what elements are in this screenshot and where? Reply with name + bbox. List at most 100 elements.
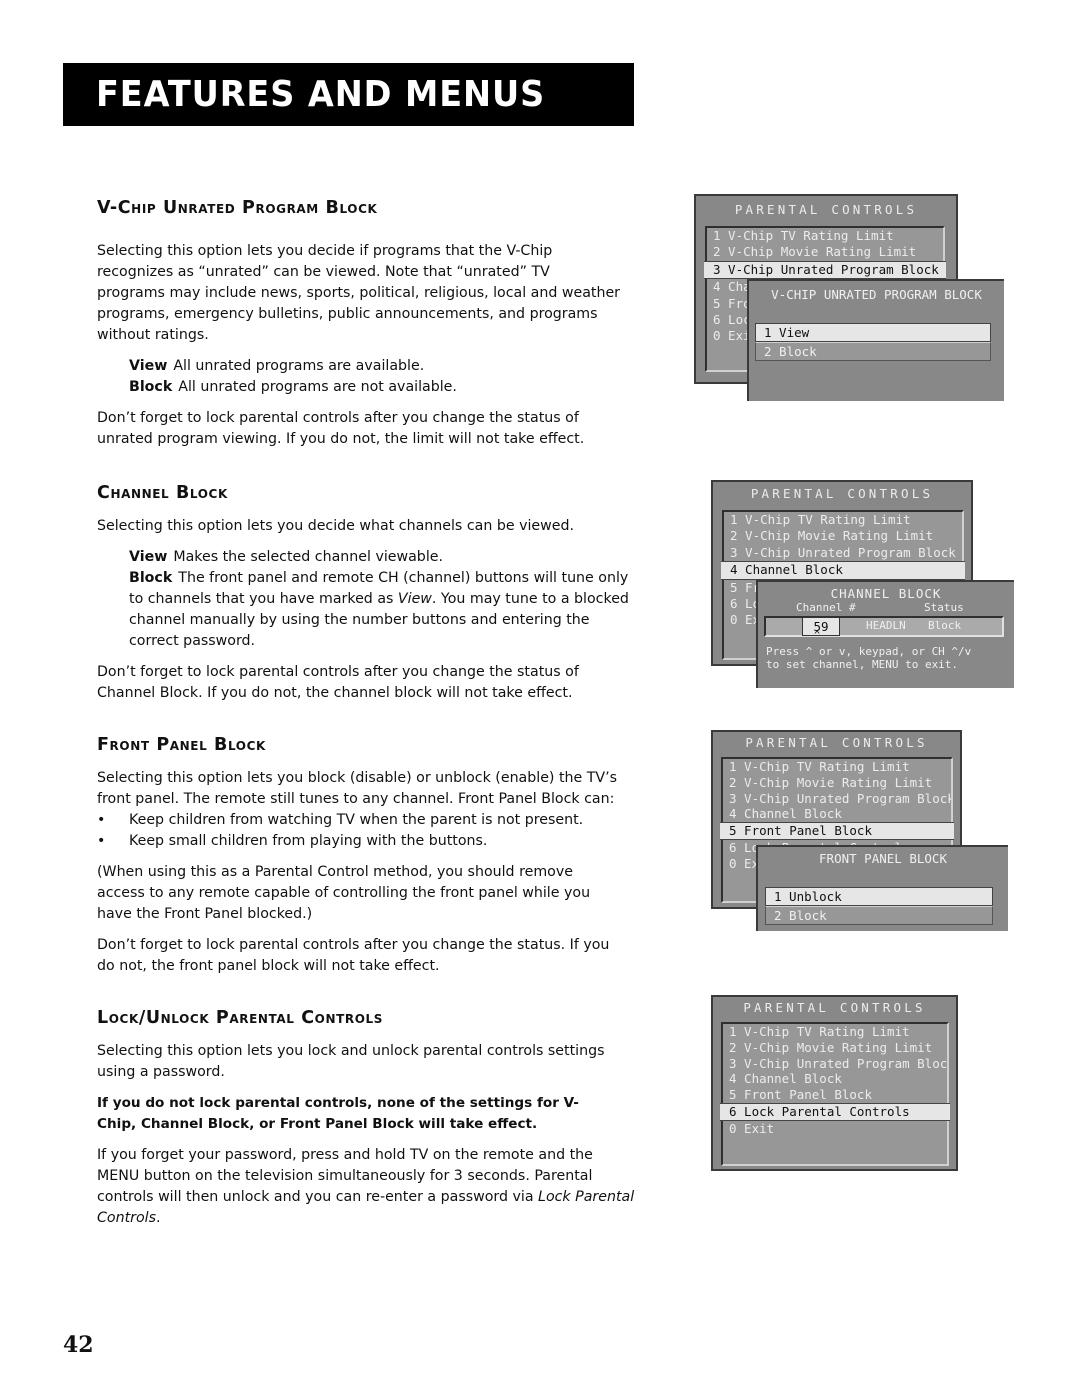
osd-menu-item[interactable]: 2 V-Chip Movie Rating Limit bbox=[707, 244, 943, 260]
submenu-front-panel-block: FRONT PANEL BLOCK 1 Unblock 2 Block bbox=[756, 845, 1008, 931]
bullet-text: Keep small children from playing with th… bbox=[129, 833, 488, 849]
text-line: have the Front Panel blocked.) bbox=[97, 906, 313, 922]
bullet-item: • Keep children from watching TV when the… bbox=[97, 810, 645, 831]
text-line: programs, emergency bulletins, public an… bbox=[97, 306, 598, 322]
osd-menu-item[interactable]: 3 V-Chip Unrated Program Block bbox=[723, 791, 951, 807]
submenu-title: CHANNEL BLOCK bbox=[830, 586, 942, 601]
osd-menu-item[interactable]: 1 V-Chip TV Rating Limit bbox=[707, 228, 943, 244]
option-block[interactable]: 2 Block bbox=[765, 906, 993, 925]
banner-title: FEATURES AND MENUS bbox=[96, 74, 546, 115]
osd-menu-item[interactable]: 4 Channel Block bbox=[723, 806, 951, 822]
channel-number-field[interactable]: 59 bbox=[802, 617, 840, 636]
definition-view: View Makes the selected channel viewable. bbox=[97, 547, 645, 568]
definition-emphasis: View bbox=[397, 591, 432, 607]
text-line: do not, the front panel block will not t… bbox=[97, 958, 440, 974]
section-channel-block: Channel Block Selecting this option lets… bbox=[97, 483, 645, 704]
definition-term: Block bbox=[129, 379, 173, 395]
text-line: MENU button on the television simultaneo… bbox=[97, 1168, 593, 1184]
text-line: programs may include news, sports, polit… bbox=[97, 285, 621, 301]
text-line: If you do not lock parental controls, no… bbox=[97, 1095, 579, 1111]
text-line: controls will then unlock and you can re… bbox=[97, 1189, 539, 1205]
option-block[interactable]: 2 Block bbox=[755, 342, 991, 361]
text-line: Chip, Channel Block, or Front Panel Bloc… bbox=[97, 1116, 538, 1132]
hint-line: Press ^ or v, keypad, or CH ^/v bbox=[766, 645, 972, 658]
column-header-channel: Channel # bbox=[796, 601, 856, 614]
definition-term: View bbox=[129, 549, 168, 565]
osd-menu-item[interactable]: 0 Exit bbox=[723, 1121, 947, 1137]
submenu-vchip-unrated: V-CHIP UNRATED PROGRAM BLOCK 1 View 2 Bl… bbox=[747, 279, 1004, 401]
station-name: HEADLN bbox=[866, 619, 906, 632]
text-line: unrated program viewing. If you do not, … bbox=[97, 431, 585, 447]
text-line: access to any remote capable of controll… bbox=[97, 885, 591, 901]
osd-menu-item[interactable]: 1 V-Chip TV Rating Limit bbox=[723, 759, 951, 775]
osd-menu-item[interactable]: 2 V-Chip Movie Rating Limit bbox=[724, 528, 962, 544]
intro-paragraph: Selecting this option lets you lock and … bbox=[97, 1041, 645, 1083]
option-unblock[interactable]: 1 Unblock bbox=[765, 887, 993, 906]
submenu-channel-block: CHANNEL BLOCK Channel # Status 59 ^ HEAD… bbox=[756, 580, 1014, 688]
option-view[interactable]: 1 View bbox=[755, 323, 991, 342]
definition-block: Block All unrated programs are not availa… bbox=[97, 377, 645, 398]
reminder-paragraph: Don’t forget to lock parental controls a… bbox=[97, 408, 645, 450]
definition-text: Makes the selected channel viewable. bbox=[173, 549, 443, 565]
section-vchip-unrated: V-Chip Unrated Program Block Selecting t… bbox=[97, 198, 645, 450]
osd-menu-item[interactable]: 4 Channel Block bbox=[723, 1071, 947, 1087]
osd-menu-item[interactable]: 1 V-Chip TV Rating Limit bbox=[723, 1024, 947, 1040]
text-line: Don’t forget to lock parental controls a… bbox=[97, 937, 610, 953]
submenu-options: 1 Unblock 2 Block bbox=[765, 887, 993, 925]
definition-block: Block The front panel and remote CH (chan… bbox=[97, 568, 629, 652]
reminder-paragraph: Don’t forget to lock parental controls a… bbox=[97, 662, 645, 704]
aside-paragraph: (When using this as a Parental Control m… bbox=[97, 862, 645, 925]
osd-title: PARENTAL CONTROLS bbox=[745, 735, 928, 750]
bullet-icon: • bbox=[97, 833, 106, 849]
osd-menu-item[interactable]: 2 V-Chip Movie Rating Limit bbox=[723, 775, 951, 791]
text-line: . bbox=[156, 1210, 161, 1226]
osd-menu-item[interactable]: 6 Lock Parental Controls bbox=[720, 1102, 950, 1121]
definition-view: View All unrated programs are available. bbox=[97, 356, 645, 377]
section-heading: Front Panel Block bbox=[97, 735, 266, 755]
osd-title: PARENTAL CONTROLS bbox=[734, 202, 918, 217]
osd-menu-item[interactable]: 5 Front Panel Block bbox=[720, 822, 954, 840]
text-line: Channel Block. If you do not, the channe… bbox=[97, 685, 573, 701]
reset-paragraph: If you forget your password, press and h… bbox=[97, 1145, 645, 1229]
text-line: using a password. bbox=[97, 1064, 225, 1080]
caret-up-icon: ^ bbox=[814, 630, 821, 641]
text-line: without ratings. bbox=[97, 327, 209, 343]
osd-menu-item[interactable]: 3 V-Chip Unrated Program Block bbox=[723, 1056, 947, 1072]
section-front-panel-block: Front Panel Block Selecting this option … bbox=[97, 735, 645, 977]
osd-title: PARENTAL CONTROLS bbox=[750, 486, 934, 501]
intro-paragraph: Selecting this option lets you decide wh… bbox=[97, 518, 574, 534]
text-line: Don’t forget to lock parental controls a… bbox=[97, 664, 579, 680]
text-line: If you forget your password, press and h… bbox=[97, 1147, 593, 1163]
section-lock-unlock: Lock/Unlock Parental Controls Selecting … bbox=[97, 1008, 645, 1229]
section-heading: Channel Block bbox=[97, 483, 228, 503]
text-line: (When using this as a Parental Control m… bbox=[97, 864, 573, 880]
definition-term: View bbox=[129, 358, 168, 374]
section-banner: FEATURES AND MENUS bbox=[63, 63, 634, 126]
osd-menu-item[interactable]: 1 V-Chip TV Rating Limit bbox=[724, 512, 962, 528]
bullet-item: • Keep small children from playing with t… bbox=[97, 831, 645, 852]
warning-paragraph: If you do not lock parental controls, no… bbox=[97, 1093, 645, 1135]
hint-line: to set channel, MENU to exit. bbox=[766, 658, 959, 671]
intro-paragraph: Selecting this option lets you decide if… bbox=[97, 241, 645, 346]
submenu-title: V-CHIP UNRATED PROGRAM BLOCK bbox=[771, 287, 982, 302]
definition-text: All unrated programs are available. bbox=[173, 358, 425, 374]
osd-title: PARENTAL CONTROLS bbox=[743, 1000, 926, 1015]
osd-menu-list: 1 V-Chip TV Rating Limit 2 V-Chip Movie … bbox=[720, 1022, 950, 1166]
submenu-options: 1 View 2 Block bbox=[755, 323, 991, 361]
osd-menu-item[interactable]: 5 Front Panel Block bbox=[723, 1087, 947, 1103]
reminder-paragraph: Don’t forget to lock parental controls a… bbox=[97, 935, 645, 977]
text-line: Don’t forget to lock parental controls a… bbox=[97, 410, 579, 426]
text-line: recognizes as “unrated” can be viewed. N… bbox=[97, 264, 550, 280]
tv-screen-lock-parental-controls: PARENTAL CONTROLS 1 V-Chip TV Rating Lim… bbox=[711, 995, 958, 1171]
osd-menu-item[interactable]: 4 Channel Block bbox=[721, 561, 965, 580]
osd-menu-item[interactable]: 3 V-Chip Unrated Program Block bbox=[704, 260, 946, 280]
page-number: 42 bbox=[63, 1332, 94, 1358]
text-line: Selecting this option lets you block (di… bbox=[97, 770, 618, 786]
submenu-title: FRONT PANEL BLOCK bbox=[819, 851, 947, 866]
channel-status[interactable]: Block bbox=[928, 619, 961, 632]
osd-menu-item[interactable]: 2 V-Chip Movie Rating Limit bbox=[723, 1040, 947, 1056]
column-header-status: Status bbox=[924, 601, 964, 614]
definition-text: All unrated programs are not available. bbox=[178, 379, 457, 395]
text-line: front panel. The remote still tunes to a… bbox=[97, 791, 615, 807]
osd-menu-item[interactable]: 3 V-Chip Unrated Program Block bbox=[724, 545, 962, 561]
